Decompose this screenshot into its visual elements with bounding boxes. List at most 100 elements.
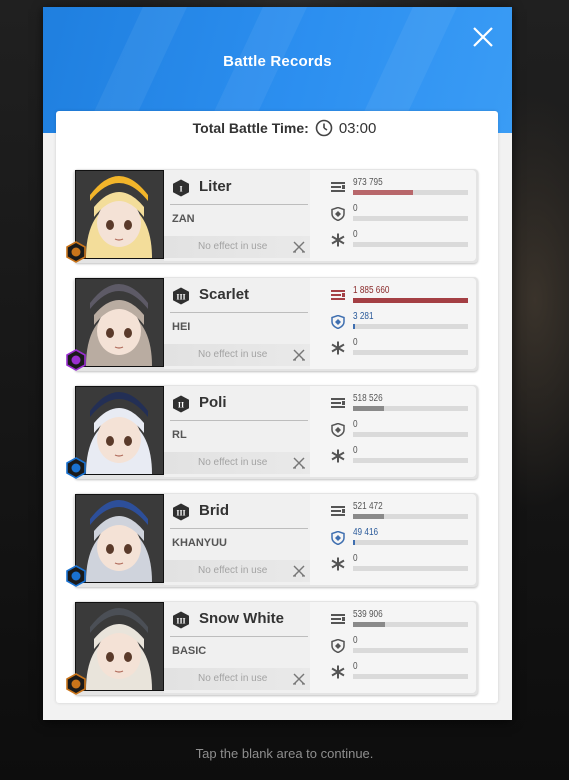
rank-badge-icon: I (172, 179, 190, 197)
burst-water-icon (65, 457, 86, 479)
effect-label: No effect in use (198, 457, 268, 468)
damage-value: 539 906 (353, 609, 383, 620)
character-name: Poli (199, 394, 227, 411)
heal-value: 0 (353, 661, 358, 672)
shield-bar (353, 324, 468, 329)
divider (170, 636, 308, 637)
damage-stat: 973 795 (330, 177, 478, 199)
burst-water-icon (65, 565, 86, 587)
character-portrait (75, 386, 164, 475)
damage-value: 973 795 (353, 177, 383, 188)
damage-bar-fill (353, 622, 386, 627)
weapon-type: KHANYUU (172, 537, 227, 549)
heal-value: 0 (353, 337, 358, 348)
character-card[interactable]: III Snow White BASIC No effect in use 539 90… (66, 601, 478, 695)
shield-icon (330, 422, 346, 438)
shield-icon (330, 638, 346, 654)
close-button[interactable] (469, 23, 497, 51)
weapon-type: HEI (172, 321, 191, 333)
shield-bar (353, 216, 468, 221)
svg-text:I: I (179, 185, 182, 194)
svg-text:III: III (176, 617, 185, 626)
effect-slot[interactable]: No effect in use (164, 668, 310, 690)
effect-slot[interactable]: No effect in use (164, 344, 310, 366)
heal-stat: 0 (330, 229, 478, 251)
shield-stat: 3 281 (330, 311, 478, 333)
character-portrait (75, 170, 164, 259)
heal-bar (353, 566, 468, 571)
character-name: Scarlet (199, 286, 250, 303)
svg-text:II: II (178, 401, 184, 410)
character-card[interactable]: II Poli RL No effect in use 518 526 0 0 (66, 385, 478, 479)
character-card[interactable]: III Brid KHANYUU No effect in use 521 472 49 … (66, 493, 478, 587)
heal-stat: 0 (330, 337, 478, 359)
shield-icon (330, 206, 346, 222)
crossed-swords-icon (292, 564, 306, 578)
heal-icon (330, 557, 346, 571)
shield-bar (353, 540, 468, 545)
shield-value: 0 (353, 203, 358, 214)
effect-label: No effect in use (198, 565, 268, 576)
heal-value: 0 (353, 445, 358, 456)
damage-stat: 521 472 (330, 501, 478, 523)
heal-bar (353, 458, 468, 463)
character-name: Snow White (199, 610, 284, 627)
crossed-swords-icon (292, 240, 306, 254)
rank-badge-icon: II (172, 395, 190, 413)
damage-icon (330, 613, 346, 627)
total-time-label: Total Battle Time: (192, 120, 309, 136)
damage-value: 518 526 (353, 393, 383, 404)
heal-bar (353, 674, 468, 679)
total-battle-time: Total Battle Time: 03:00 (0, 119, 569, 137)
shield-value: 49 416 (353, 527, 379, 538)
divider (170, 528, 308, 529)
rank-badge-icon: III (172, 287, 190, 305)
heal-value: 0 (353, 553, 358, 564)
damage-icon (330, 505, 346, 519)
shield-bar-fill (353, 324, 356, 329)
character-card[interactable]: III Scarlet HEI No effect in use 1 885 660 3 … (66, 277, 478, 371)
rank-badge-icon: III (172, 611, 190, 629)
divider (170, 420, 308, 421)
heal-icon (330, 449, 346, 463)
burst-hexagon-icon (65, 673, 86, 695)
effect-slot[interactable]: No effect in use (164, 560, 310, 582)
damage-bar (353, 190, 468, 195)
heal-stat: 0 (330, 445, 478, 467)
continue-hint: Tap the blank area to continue. (195, 746, 374, 761)
clock-icon (315, 119, 333, 137)
character-portrait (75, 494, 164, 583)
damage-value: 521 472 (353, 501, 383, 512)
burst-lightning-icon (65, 349, 86, 371)
heal-bar (353, 242, 468, 247)
shield-icon (330, 530, 346, 546)
shield-stat: 0 (330, 635, 478, 657)
heal-icon (330, 341, 346, 355)
damage-icon (330, 289, 346, 303)
heal-icon (330, 233, 346, 247)
effect-label: No effect in use (198, 673, 268, 684)
rank-badge-icon: III (172, 503, 190, 521)
shield-value: 0 (353, 419, 358, 430)
weapon-type: BASIC (172, 645, 207, 657)
shield-stat: 49 416 (330, 527, 478, 549)
effect-slot[interactable]: No effect in use (164, 236, 310, 258)
effect-label: No effect in use (198, 241, 268, 252)
heal-value: 0 (353, 229, 358, 240)
character-name: Brid (199, 502, 229, 519)
heal-icon (330, 665, 346, 679)
effect-slot[interactable]: No effect in use (164, 452, 310, 474)
divider (170, 204, 308, 205)
weapon-type: ZAN (172, 213, 195, 225)
damage-stat: 539 906 (330, 609, 478, 631)
weapon-type: RL (172, 429, 187, 441)
total-time-value: 03:00 (338, 119, 377, 137)
character-portrait (75, 278, 164, 367)
shield-bar-fill (353, 540, 356, 545)
damage-icon (330, 181, 346, 195)
shield-bar (353, 432, 468, 437)
close-icon (473, 27, 493, 47)
shield-bar (353, 648, 468, 653)
character-card[interactable]: I Liter ZAN No effect in use 973 795 0 0 (66, 169, 478, 263)
damage-bar-fill (353, 514, 385, 519)
